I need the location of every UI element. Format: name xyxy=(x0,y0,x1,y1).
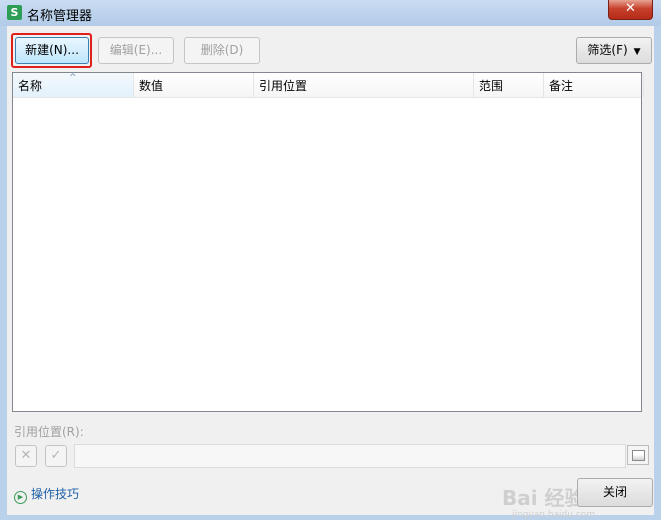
play-icon: ▶ xyxy=(14,491,27,504)
delete-button[interactable]: 删除(D) xyxy=(184,37,260,64)
close-button[interactable]: 关闭 xyxy=(577,478,653,507)
confirm-edit-button[interactable]: ✓ xyxy=(45,445,67,467)
refers-to-input[interactable] xyxy=(74,444,626,468)
column-header-value[interactable]: 数值 xyxy=(134,73,254,97)
cancel-edit-button[interactable]: ✕ xyxy=(15,445,37,467)
edit-button[interactable]: 编辑(E)... xyxy=(98,37,174,64)
column-header-comment[interactable]: 备注 xyxy=(544,73,644,97)
name-manager-dialog: 新建(N)... 编辑(E)... 删除(D) 筛选(F) ▼ ^ 名称 数值 引… xyxy=(7,26,654,520)
column-label: 数值 xyxy=(139,79,164,93)
column-header-refers-to[interactable]: 引用位置 xyxy=(254,73,474,97)
column-label: 名称 xyxy=(18,79,43,93)
title-bar: S 名称管理器 ✕ xyxy=(0,0,661,26)
new-button[interactable]: 新建(N)... xyxy=(15,37,89,64)
window-title: 名称管理器 xyxy=(27,9,93,24)
app-icon: S xyxy=(7,5,22,20)
tips-link[interactable]: ▶ 操作技巧 xyxy=(14,485,79,504)
column-label: 备注 xyxy=(549,79,574,93)
filter-button[interactable]: 筛选(F) ▼ xyxy=(576,37,652,64)
refers-to-label: 引用位置(R): xyxy=(14,425,84,439)
filter-label: 筛选(F) xyxy=(587,43,628,57)
window-close-button[interactable]: ✕ xyxy=(608,0,653,20)
sort-ascending-icon: ^ xyxy=(69,73,77,83)
tips-label: 操作技巧 xyxy=(31,487,80,501)
watermark-url: jingyan.baidu.com xyxy=(512,510,596,520)
list-header: ^ 名称 数值 引用位置 范围 备注 xyxy=(13,73,644,98)
column-label: 范围 xyxy=(479,79,504,93)
collapse-dialog-icon[interactable] xyxy=(627,445,649,465)
column-header-scope[interactable]: 范围 xyxy=(474,73,544,97)
column-label: 引用位置 xyxy=(259,79,308,93)
dropdown-arrow-icon: ▼ xyxy=(633,47,641,57)
watermark-logo: Bai 经验 xyxy=(502,486,585,510)
names-list[interactable]: ^ 名称 数值 引用位置 范围 备注 xyxy=(12,72,644,412)
column-header-name[interactable]: ^ 名称 xyxy=(13,73,134,97)
